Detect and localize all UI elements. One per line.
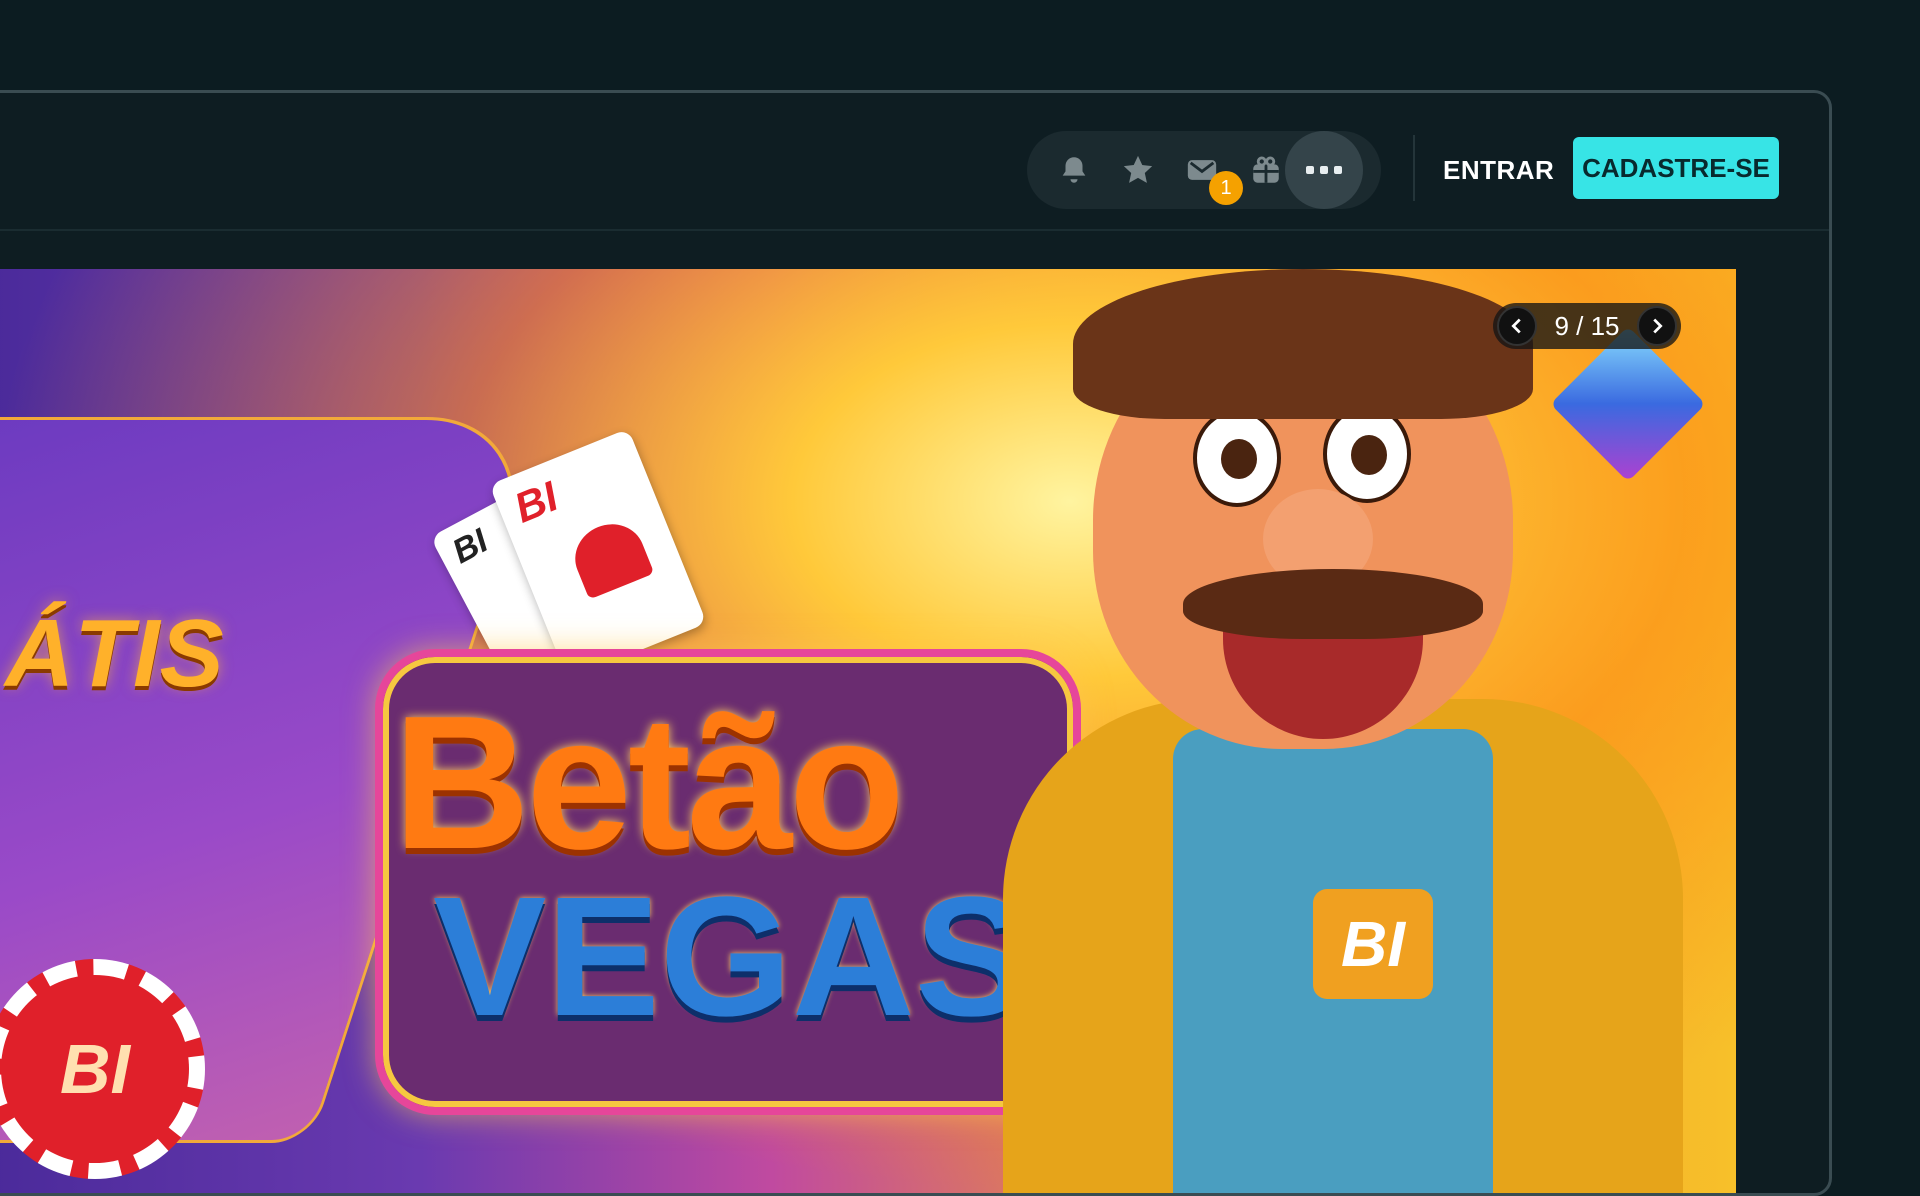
casino-chip: BI [0, 959, 205, 1179]
notification-badge: 1 [1209, 171, 1243, 205]
signup-button[interactable]: CADASTRE-SE [1573, 137, 1779, 199]
star-icon[interactable] [1113, 145, 1163, 195]
mascot-eye-right [1323, 405, 1411, 503]
chevron-left-icon [1511, 318, 1521, 334]
pager-label: 9 / 15 [1554, 310, 1620, 341]
more-options-button[interactable] [1285, 131, 1363, 209]
card-label: BI [507, 472, 565, 532]
bell-icon[interactable] [1049, 145, 1099, 195]
prev-slide-button[interactable] [1497, 306, 1537, 346]
gift-icon[interactable] [1241, 145, 1291, 195]
shirt-logo: BI [1313, 889, 1433, 999]
banner-headline: ÁTIS [5, 600, 224, 707]
login-button[interactable]: ENTRAR [1443, 155, 1554, 186]
mascot-eye-left [1193, 409, 1281, 507]
mascot-hair [1073, 269, 1533, 419]
top-header: 1 ENTRAR CADASTRE-SE [0, 93, 1829, 231]
mascot-mouth [1223, 629, 1423, 739]
mascot-mustache [1183, 569, 1483, 639]
mascot-character: BI [1003, 269, 1683, 1193]
next-slide-button[interactable] [1637, 306, 1677, 346]
more-horizontal-icon [1306, 166, 1342, 174]
card-label: BI [446, 521, 495, 572]
chevron-right-icon [1653, 318, 1663, 334]
header-divider [1413, 135, 1415, 201]
banner-pager: 9 / 15 [1493, 303, 1681, 349]
heart-icon [565, 513, 655, 600]
promo-banner[interactable]: ÁTIS BI BI Betão VEGAS BI BI 9 / 15 [0, 269, 1736, 1193]
browser-window: 1 ENTRAR CADASTRE-SE ÁTIS BI BI Betão VE… [0, 90, 1832, 1196]
logo-vegas: VEGAS [433, 862, 1029, 1052]
